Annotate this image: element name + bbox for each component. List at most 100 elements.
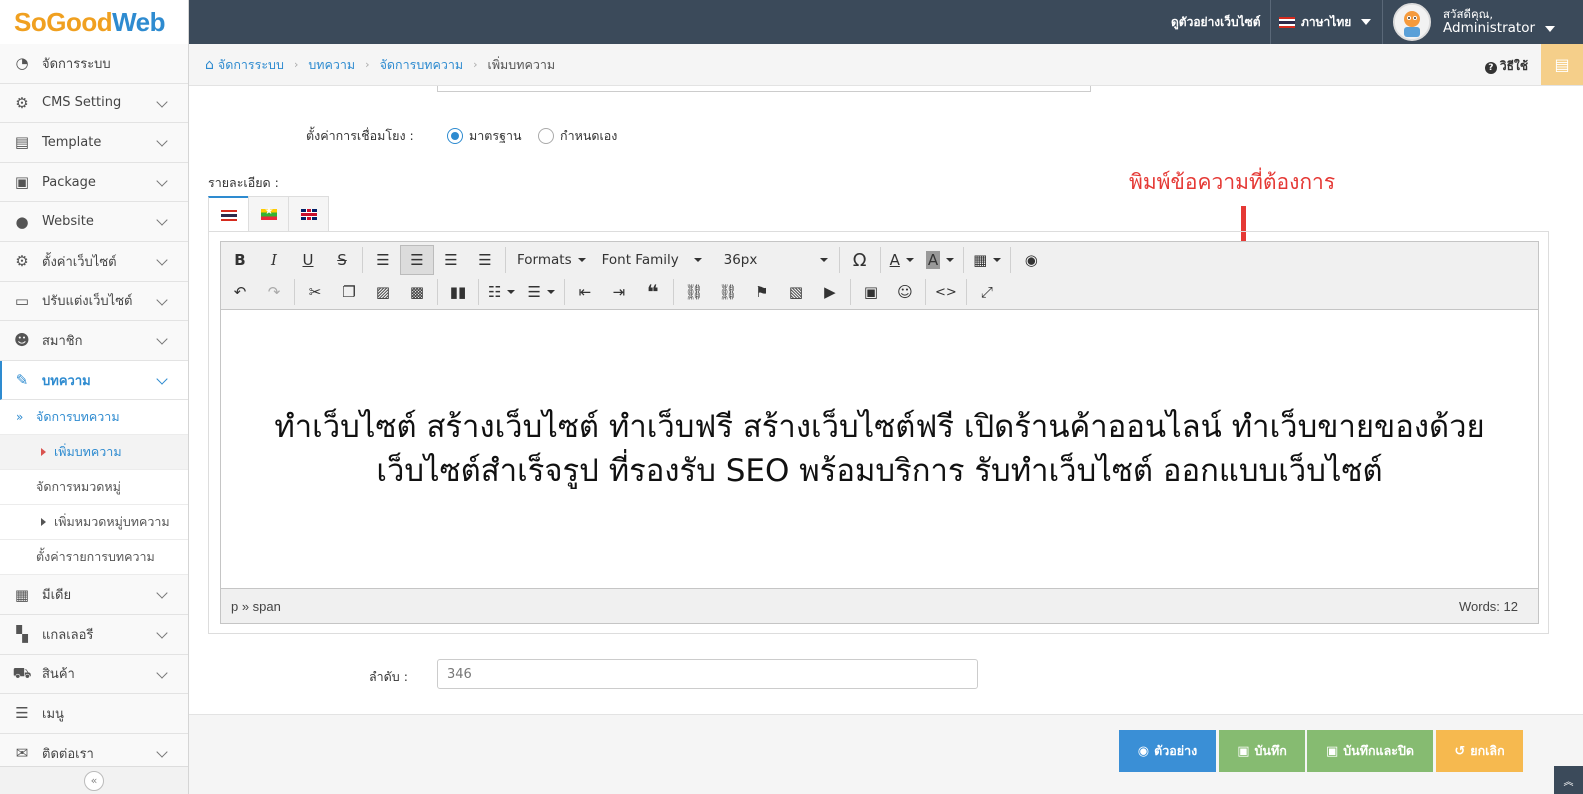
background-color-button[interactable]: A — [920, 245, 960, 275]
media-button[interactable]: ▶ — [813, 277, 847, 307]
chevron-down-icon — [156, 627, 168, 639]
undo-button[interactable]: ↶ — [223, 277, 257, 307]
bullet-list-button[interactable]: ☷ — [482, 277, 521, 307]
sidebar-item-website[interactable]: ● Website — [0, 202, 188, 242]
sidebar-sub-manage-articles[interactable]: » จัดการบทความ — [0, 400, 188, 436]
copy-button[interactable]: ❐ — [332, 277, 366, 307]
sidebar-item-site-settings[interactable]: ⚙ ตั้งค่าเว็บไซต์ — [0, 241, 188, 282]
caret-down-icon — [577, 258, 586, 262]
sidebar-item-products[interactable]: ⛟ สินค้า — [0, 654, 188, 695]
chevron-down-icon — [156, 135, 168, 147]
save-and-close-button[interactable]: ▣ บันทึกและปิด — [1307, 730, 1433, 772]
sidebar-sub-manage-categories[interactable]: จัดการหมวดหมู่ — [0, 470, 188, 506]
redo-button[interactable]: ↷ — [257, 277, 291, 307]
sidebar-item-members[interactable]: ☻ สมาชิก — [0, 321, 188, 361]
font-size-dropdown[interactable]: 36px — [716, 245, 836, 275]
formats-dropdown[interactable]: Formats — [509, 245, 594, 275]
collapse-sidebar-button[interactable]: « — [84, 770, 104, 791]
language-dropdown[interactable]: ภาษาไทย — [1279, 0, 1372, 44]
outdent-button[interactable]: ⇤ — [568, 277, 602, 307]
radio-unchecked[interactable] — [538, 128, 554, 144]
unlink-button[interactable]: ⛓ — [711, 277, 745, 307]
grid-icon: ▚ — [16, 625, 28, 644]
sidebar-item-package[interactable]: ▣ Package — [0, 162, 188, 203]
sidebar-item-cms-setting[interactable]: ⚙ CMS Setting — [0, 83, 188, 124]
floppy-icon: ▣ — [1325, 743, 1339, 759]
chevron-down-icon — [156, 666, 168, 679]
text-color-button[interactable]: A — [884, 245, 920, 275]
save-button[interactable]: ▣ บันทึก — [1219, 730, 1305, 772]
bookmark-button[interactable]: ⚑ — [745, 277, 779, 307]
fullscreen-button[interactable]: ⤢ — [970, 277, 1004, 307]
avatar[interactable] — [1393, 3, 1431, 41]
paste-button[interactable]: ▨ — [366, 277, 400, 307]
element-path[interactable]: p » span — [231, 599, 281, 614]
sidebar-sub-add-article[interactable]: เพิ่มบทความ — [0, 435, 188, 471]
preview-site-link[interactable]: ดูตัวอย่างเว็บไซต์ — [1171, 0, 1261, 44]
link-option-custom[interactable]: กำหนดเอง — [538, 126, 617, 146]
link-option-standard[interactable]: มาตรฐาน — [447, 126, 522, 146]
help-link[interactable]: ? วิธีใช้ — [1484, 57, 1528, 76]
cut-button[interactable]: ✂ — [298, 277, 332, 307]
italic-button[interactable]: I — [257, 245, 291, 275]
scroll-to-top-button[interactable]: ︽ — [1554, 766, 1583, 794]
editor-content-area[interactable]: ทำเว็บไซต์ สร้างเว็บไซต์ ทำเว็บฟรี สร้าง… — [221, 310, 1538, 588]
align-right-button[interactable]: ☰ — [434, 245, 468, 275]
sidebar-item-template[interactable]: ▤ Template — [0, 123, 188, 163]
tab-thai[interactable] — [208, 196, 249, 232]
chevron-down-icon — [156, 293, 168, 306]
sidebar-item-media[interactable]: ▦ มีเดีย — [0, 575, 188, 615]
brand-logo[interactable]: SoGood Web — [0, 0, 188, 44]
preview-eye-button[interactable]: ◉ — [1014, 245, 1048, 275]
user-menu[interactable]: สวัสดีคุณ, Administrator — [1443, 7, 1556, 35]
preview-label: ตัวอย่าง — [1154, 743, 1198, 758]
chevron-down-icon — [156, 746, 168, 758]
sidebar-item-label: จัดการระบบ — [42, 56, 111, 72]
align-center-button[interactable]: ☰ — [400, 245, 434, 275]
radio-checked[interactable] — [447, 128, 463, 144]
align-justify-button[interactable]: ☰ — [468, 245, 502, 275]
top-bar: ดูตัวอย่างเว็บไซต์ ภาษาไทย สวัสดีคุณ, Ad… — [189, 0, 1583, 44]
bold-button[interactable]: B — [223, 245, 257, 275]
sidebar-item-customize[interactable]: ▭ ปรับแต่งเว็บไซต์ — [0, 281, 188, 322]
find-replace-button[interactable]: ▮▮ — [441, 277, 475, 307]
breadcrumb-item-system[interactable]: จัดการระบบ — [218, 55, 284, 75]
previous-field[interactable] — [437, 86, 1091, 92]
sidebar-sub-label: เพิ่มหมวดหมู่บทความ — [54, 514, 170, 530]
file-manager-button[interactable]: ▣ — [854, 277, 888, 307]
sidebar-item-label: สมาชิก — [42, 333, 83, 349]
tab-myanmar[interactable] — [248, 196, 289, 231]
link-button[interactable]: ⛓ — [677, 277, 711, 307]
underline-button[interactable]: U — [291, 245, 325, 275]
align-left-button[interactable]: ☰ — [366, 245, 400, 275]
breadcrumb-item-manage-articles[interactable]: จัดการบทความ — [380, 55, 464, 75]
sidebar-sub-add-category[interactable]: เพิ่มหมวดหมู่บทความ — [0, 505, 188, 541]
sidebar-sub-article-list-settings[interactable]: ตั้งค่ารายการบทความ — [0, 540, 188, 576]
numbered-list-button[interactable]: ☰ — [521, 277, 560, 307]
cancel-button[interactable]: ↺ ยกเลิก — [1436, 730, 1523, 772]
sidebar-item-system[interactable]: ◔ จัดการระบบ — [0, 44, 188, 84]
font-family-dropdown[interactable]: Font Family — [594, 245, 710, 275]
emoticon-button[interactable]: ☺ — [888, 277, 922, 307]
source-code-button[interactable]: <> — [929, 277, 963, 307]
help-label: วิธีใช้ — [1499, 59, 1528, 73]
editor-content-text[interactable]: ทำเว็บไซต์ สร้างเว็บไซต์ ทำเว็บฟรี สร้าง… — [231, 405, 1528, 493]
paste-text-button[interactable]: ▩ — [400, 277, 434, 307]
image-button[interactable]: ▧ — [779, 277, 813, 307]
caret-down-icon — [1361, 19, 1372, 25]
sidebar-item-gallery[interactable]: ▚ แกลเลอรี — [0, 614, 188, 655]
tab-english[interactable] — [288, 196, 329, 231]
special-character-button[interactable]: Ω — [843, 245, 877, 275]
manual-button[interactable]: ▤ — [1541, 44, 1583, 85]
strikethrough-button[interactable]: S — [325, 245, 359, 275]
save-label: บันทึก — [1254, 743, 1287, 758]
blockquote-button[interactable]: ❝ — [636, 277, 670, 307]
indent-button[interactable]: ⇥ — [602, 277, 636, 307]
sidebar-item-menu[interactable]: ☰ เมนู — [0, 694, 188, 734]
table-button[interactable]: ▦ — [967, 245, 1007, 275]
preview-button[interactable]: ◉ ตัวอย่าง — [1119, 730, 1216, 772]
caret-down-icon — [546, 290, 555, 294]
sidebar-item-articles[interactable]: ✎ บทความ — [0, 360, 188, 401]
breadcrumb-item-articles[interactable]: บทความ — [308, 55, 355, 75]
order-input[interactable] — [437, 659, 978, 689]
